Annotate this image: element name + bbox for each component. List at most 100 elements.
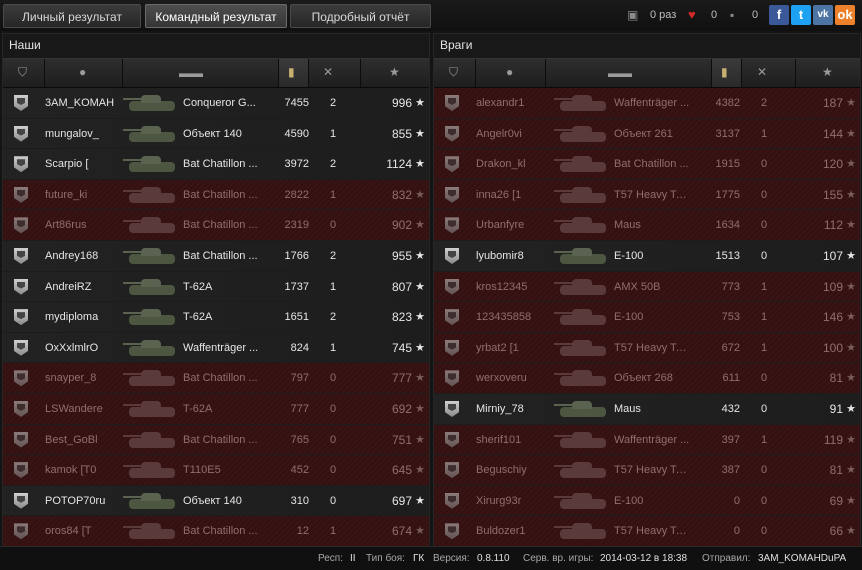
player-row[interactable]: Scarpio [Bat Chatillon ... 3972 2 1124 ★	[3, 149, 429, 180]
player-row[interactable]: future_ki Bat Chatillon ... 2822 1 832 ★	[3, 179, 429, 211]
damage-value: 397	[721, 433, 740, 446]
vk-icon[interactable]: vk	[813, 5, 833, 25]
heart-icon[interactable]: ♥	[688, 7, 696, 23]
col-experience[interactable]: ★	[796, 59, 860, 87]
player-row[interactable]: Angelr0vi Объект 261 3137 1 144 ★	[434, 118, 860, 150]
player-row[interactable]: mydiploma T-62A 1651 2 823 ★	[3, 302, 429, 333]
tank-icon	[123, 152, 183, 176]
player-name[interactable]: POTOP70ru	[45, 486, 135, 516]
player-name[interactable]: mungalov_	[45, 119, 135, 149]
player-name[interactable]: Mirniy_78	[476, 394, 566, 424]
player-row[interactable]: kamok [T0 T110E5 452 0 645 ★	[3, 455, 429, 486]
player-name[interactable]: Drakon_kl	[476, 149, 566, 179]
player-row[interactable]: kros12345 AMX 50B 773 1 109 ★	[434, 271, 860, 303]
experience-value: 751	[391, 432, 412, 447]
player-name[interactable]: Angelr0vi	[476, 119, 566, 149]
player-name[interactable]: Urbanfyre	[476, 210, 566, 240]
player-name[interactable]: Andrey168	[45, 241, 135, 271]
player-row[interactable]: Best_GoBl Bat Chatillon ... 765 0 751 ★	[3, 424, 429, 456]
tank-name: Bat Chatillon ...	[183, 158, 258, 171]
tank-name: Bat Chatillon ...	[614, 158, 689, 171]
player-row[interactable]: Andrey168 Bat Chatillon ... 1766 2 955 ★	[3, 240, 429, 272]
player-row[interactable]: Xirurg93r E-100 0 0 69 ★	[434, 485, 860, 517]
col-tank[interactable]: ▬▬	[546, 59, 712, 87]
col-experience[interactable]: ★	[361, 59, 429, 87]
player-row[interactable]: LSWandere T-62A 777 0 692 ★	[3, 393, 429, 425]
player-name[interactable]: snayper_8	[45, 363, 135, 393]
player-name[interactable]: sherif101	[476, 425, 566, 455]
player-name[interactable]: mydiploma	[45, 302, 135, 332]
player-row[interactable]: sherif101 Waffenträger ... 397 1 119 ★	[434, 424, 860, 456]
player-name[interactable]: oros84 [T	[45, 516, 135, 546]
player-row[interactable]: AndreiRZ T-62A 1737 1 807 ★	[3, 271, 429, 303]
player-name[interactable]: Art86rus	[45, 210, 135, 240]
player-name[interactable]: werxoveru	[476, 363, 566, 393]
player-name[interactable]: LSWandere	[45, 394, 135, 424]
col-badge[interactable]: ⛉	[3, 59, 45, 87]
player-row[interactable]: Drakon_kl Bat Chatillon ... 1915 0 120 ★	[434, 149, 860, 180]
player-name[interactable]: lyubomir8	[476, 241, 566, 271]
tab-personal-result[interactable]: Личный результат	[3, 4, 141, 28]
player-row[interactable]: inna26 [1 T57 Heavy Tank 1775 0 155 ★	[434, 179, 860, 211]
tank-icon	[554, 244, 614, 268]
twitter-icon[interactable]: t	[791, 5, 811, 25]
battle-type-value: ГК	[413, 553, 425, 564]
kills-value: 1	[329, 525, 337, 538]
player-row[interactable]: oros84 [T Bat Chatillon ... 12 1 674 ★	[3, 516, 429, 547]
star-icon: ★	[415, 158, 425, 171]
player-row[interactable]: alexandr1 Waffenträger ... 4382 2 187 ★	[434, 88, 860, 119]
player-name[interactable]: Scarpio [	[45, 149, 135, 179]
replay-icon[interactable]: ▣	[627, 7, 638, 23]
col-kills[interactable]: ✕	[742, 59, 796, 87]
player-row[interactable]: OxXxlmlrO Waffenträger ... 824 1 745 ★	[3, 332, 429, 364]
col-badge[interactable]: ⛉	[434, 59, 476, 87]
player-row[interactable]: Buldozer1 T57 Heavy Tank 0 0 66 ★	[434, 516, 860, 547]
player-name[interactable]: Buldozer1	[476, 516, 566, 546]
player-name[interactable]: OxXxlmlrO	[45, 333, 135, 363]
kills-value: 1	[760, 311, 768, 324]
tab-detailed-report[interactable]: Подробный отчёт	[290, 4, 431, 28]
player-row[interactable]: werxoveru Объект 268 611 0 81 ★	[434, 363, 860, 394]
player-name[interactable]: Xirurg93r	[476, 486, 566, 516]
player-row[interactable]: 3AM_KOMAH Conqueror G... 7455 2 996 ★	[3, 88, 429, 119]
player-row[interactable]: POTOP70ru Объект 140 310 0 697 ★	[3, 485, 429, 517]
player-name[interactable]: 123435858	[476, 302, 566, 332]
damage-value: 797	[290, 372, 309, 385]
shield-badge-icon	[14, 186, 28, 203]
enemies-title: Враги	[440, 38, 473, 52]
player-name[interactable]: kros12345	[476, 272, 566, 302]
player-name[interactable]: future_ki	[45, 180, 135, 210]
facebook-icon[interactable]: f	[769, 5, 789, 25]
star-icon: ★	[846, 494, 856, 507]
player-name[interactable]: kamok [T0	[45, 455, 135, 485]
player-row[interactable]: mungalov_ Объект 140 4590 1 855 ★	[3, 118, 429, 150]
player-row[interactable]: Art86rus Bat Chatillon ... 2319 0 902 ★	[3, 210, 429, 241]
odnoklassniki-icon[interactable]: ok	[835, 5, 855, 25]
star-col-icon: ★	[822, 65, 833, 79]
player-row[interactable]: snayper_8 Bat Chatillon ... 797 0 777 ★	[3, 363, 429, 394]
player-name[interactable]: AndreiRZ	[45, 272, 135, 302]
col-damage[interactable]: ▮	[279, 59, 309, 87]
player-name[interactable]: inna26 [1	[476, 180, 566, 210]
tank-name: Maus	[614, 219, 641, 232]
col-kills[interactable]: ✕	[309, 59, 361, 87]
col-tank[interactable]: ▬▬	[123, 59, 279, 87]
player-row[interactable]: Mirniy_78 Maus 432 0 91 ★	[434, 393, 860, 425]
col-player[interactable]: ●	[476, 59, 546, 87]
player-row[interactable]: yrbat2 [1 T57 Heavy Tank 672 1 100 ★	[434, 332, 860, 364]
player-name[interactable]: Beguschiy	[476, 455, 566, 485]
tank-icon	[554, 91, 614, 115]
col-damage[interactable]: ▮	[712, 59, 742, 87]
col-player[interactable]: ●	[45, 59, 123, 87]
player-name[interactable]: alexandr1	[476, 88, 566, 118]
player-row[interactable]: lyubomir8 E-100 1513 0 107 ★	[434, 240, 860, 272]
player-name[interactable]: Best_GoBl	[45, 425, 135, 455]
player-row[interactable]: 123435858 E-100 753 1 146 ★	[434, 302, 860, 333]
player-name[interactable]: 3AM_KOMAH	[45, 88, 135, 118]
tab-team-result[interactable]: Командный результат	[145, 4, 287, 28]
player-row[interactable]: Urbanfyre Maus 1634 0 112 ★	[434, 210, 860, 241]
star-icon: ★	[415, 97, 425, 109]
comment-icon[interactable]: ▪	[730, 7, 734, 23]
player-name[interactable]: yrbat2 [1	[476, 333, 566, 363]
player-row[interactable]: Beguschiy T57 Heavy Tank 387 0 81 ★	[434, 455, 860, 486]
